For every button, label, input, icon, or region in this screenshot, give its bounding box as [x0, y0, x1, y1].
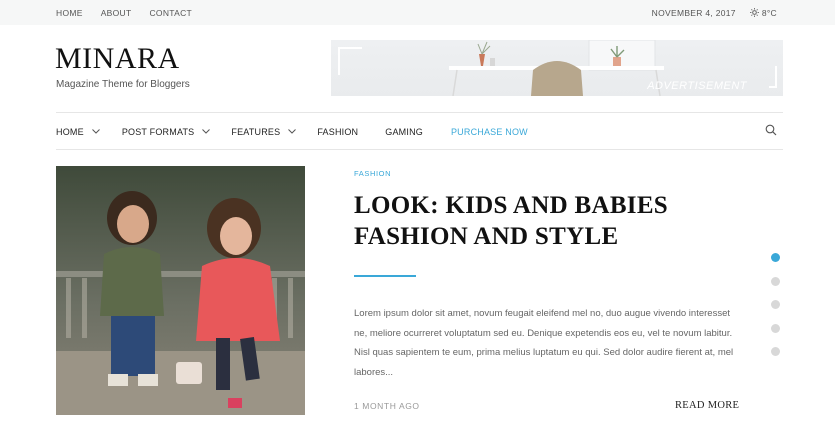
- chevron-down-icon: [202, 129, 211, 134]
- nav-item-home[interactable]: HOME: [56, 127, 100, 137]
- top-bar: HOME ABOUT CONTACT NOVEMBER 4, 2017 8°C: [0, 0, 835, 25]
- top-bar-info: NOVEMBER 4, 2017 8°C: [652, 0, 777, 25]
- weather-widget: 8°C: [749, 7, 777, 18]
- nav-item-label: HOME: [56, 126, 84, 137]
- site-logo[interactable]: MINARA: [55, 42, 180, 76]
- main-nav: HOME POST FORMATS FEATURES FASHION GAMIN…: [56, 112, 783, 150]
- chevron-down-icon: [288, 129, 297, 134]
- nav-item-label: GAMING: [385, 126, 423, 137]
- current-date: NOVEMBER 4, 2017: [651, 7, 736, 18]
- slider-dot[interactable]: [771, 300, 780, 309]
- sun-icon: [749, 8, 759, 17]
- chevron-down-icon: [91, 129, 100, 134]
- top-nav-home[interactable]: HOME: [56, 8, 83, 18]
- article-category[interactable]: FASHION: [354, 169, 391, 178]
- read-more-link[interactable]: READ MORE: [675, 400, 739, 411]
- top-nav-about[interactable]: ABOUT: [101, 8, 132, 18]
- nav-item-fashion[interactable]: FASHION: [317, 127, 358, 137]
- slider-dot[interactable]: [771, 253, 780, 262]
- advertisement-banner[interactable]: ADVERTISEMENT: [331, 40, 783, 96]
- article-date: 1 MONTH AGO: [354, 401, 420, 411]
- title-accent-divider: [354, 275, 416, 277]
- nav-item-gaming[interactable]: GAMING: [385, 127, 423, 137]
- nav-item-label: FASHION: [317, 126, 359, 137]
- article-excerpt: Lorem ipsum dolor sit amet, novum feugai…: [354, 308, 734, 378]
- site-tagline: Magazine Theme for Bloggers: [56, 79, 190, 90]
- search-icon[interactable]: [765, 124, 777, 136]
- nav-item-label: PURCHASE NOW: [450, 126, 528, 137]
- article-title[interactable]: LOOK: KIDS AND BABIES FASHION AND STYLE: [354, 190, 714, 252]
- nav-item-features[interactable]: FEATURES: [231, 126, 297, 137]
- top-nav: HOME ABOUT CONTACT: [56, 0, 210, 25]
- ad-frame-corner: [338, 47, 362, 75]
- nav-item-purchase-now[interactable]: PURCHASE NOW: [451, 127, 528, 137]
- top-nav-contact[interactable]: CONTACT: [149, 8, 192, 18]
- nav-item-label: POST FORMATS: [121, 126, 195, 137]
- article-thumbnail[interactable]: [56, 166, 305, 415]
- weather-temperature: 8°C: [761, 7, 777, 18]
- slider-dot[interactable]: [771, 276, 780, 286]
- ad-frame-corner: [769, 66, 777, 88]
- slider-dot[interactable]: [771, 347, 780, 356]
- advertisement-label: ADVERTISEMENT: [647, 80, 747, 92]
- nav-item-post-formats[interactable]: POST FORMATS: [122, 127, 211, 137]
- kids-photo-illustration: [56, 166, 305, 415]
- slider-pagination: [771, 253, 780, 371]
- slider-dot[interactable]: [771, 323, 780, 333]
- nav-item-label: FEATURES: [231, 126, 281, 137]
